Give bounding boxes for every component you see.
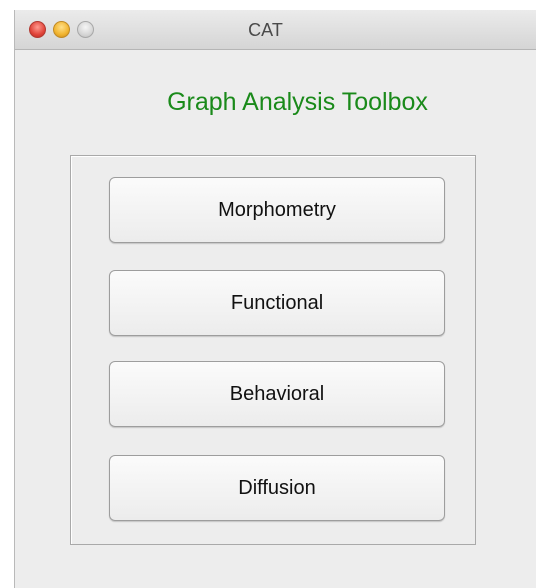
- button-panel: Morphometry Functional Behavioral Diffus…: [70, 155, 476, 545]
- behavioral-button[interactable]: Behavioral: [109, 361, 445, 427]
- morphometry-button[interactable]: Morphometry: [109, 177, 445, 243]
- functional-button[interactable]: Functional: [109, 270, 445, 336]
- app-title: Graph Analysis Toolbox: [167, 88, 428, 116]
- app-window: CAT Graph Analysis Toolbox Morphometry F…: [14, 10, 536, 588]
- diffusion-button[interactable]: Diffusion: [109, 455, 445, 521]
- title-bar[interactable]: CAT: [15, 10, 536, 50]
- window-title: CAT: [248, 20, 283, 40]
